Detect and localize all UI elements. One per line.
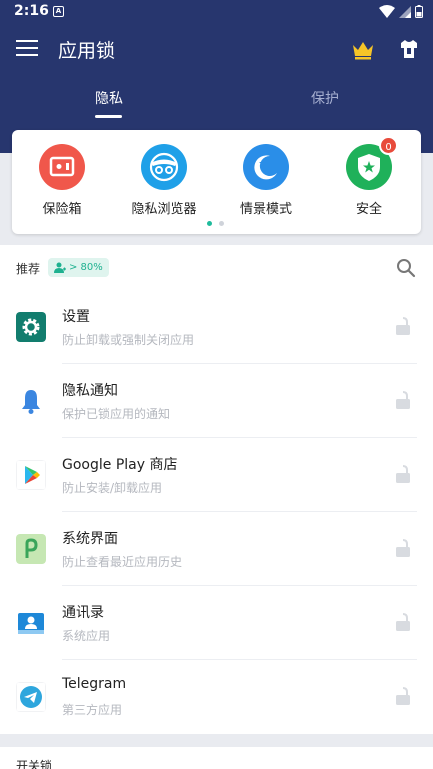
tab-indicator [95, 115, 122, 118]
pager-dots [207, 221, 224, 226]
telegram-icon [16, 682, 46, 712]
recommend-label: 推荐 [16, 262, 41, 276]
recommend-chip-text: > 80% [69, 262, 103, 273]
app-row-settings[interactable]: 设置 防止卸载或强制关闭应用 [0, 290, 433, 364]
feature-label: 保险箱 [42, 202, 82, 217]
unlock-icon[interactable] [394, 316, 412, 336]
recommend-chip: > 80% [48, 258, 109, 277]
android-p-icon [16, 534, 46, 564]
app-bar: 应用锁 [0, 24, 433, 76]
feature-label: 情景模式 [239, 202, 292, 217]
section-divider [0, 734, 433, 747]
status-time: 2:16 [14, 3, 49, 19]
feature-vault[interactable]: 保险箱 [12, 144, 112, 217]
app-lock-screen: 2:16 A 应用锁 隐私 保护 保险箱 隐私浏览器 情景模式 0 安全 推荐 … [0, 0, 433, 769]
app-desc: 防止查看最近应用历史 [62, 555, 183, 569]
unlock-icon[interactable] [394, 686, 412, 706]
pager-dot [219, 221, 224, 226]
signal-icon [399, 5, 411, 18]
app-row-contacts[interactable]: 通讯录 系统应用 [0, 586, 433, 660]
unlock-icon[interactable] [394, 390, 412, 410]
app-list: 设置 防止卸载或强制关闭应用 隐私通知 保护已锁应用的通知 Google Pla… [0, 290, 433, 734]
pager-dot-active [207, 221, 212, 226]
battery-icon [415, 5, 423, 18]
feature-label: 隐私浏览器 [131, 202, 197, 217]
app-desc: 防止安装/卸载应用 [62, 481, 163, 495]
app-row-privacy-notification[interactable]: 隐私通知 保护已锁应用的通知 [0, 364, 433, 438]
app-desc: 防止卸载或强制关闭应用 [62, 333, 195, 347]
vault-icon [39, 144, 85, 190]
moon-star-icon [243, 144, 289, 190]
tab-protect[interactable]: 保护 [311, 88, 339, 108]
feature-card: 保险箱 隐私浏览器 情景模式 0 安全 [12, 130, 421, 234]
unlock-icon[interactable] [394, 612, 412, 632]
feature-label: 安全 [355, 202, 382, 217]
app-name: Google Play 商店 [62, 457, 178, 473]
incognito-browser-icon [141, 144, 187, 190]
switch-lock-section: 开关锁 [0, 747, 433, 769]
app-name: 设置 [62, 309, 90, 325]
unlock-icon[interactable] [394, 464, 412, 484]
tab-privacy[interactable]: 隐私 [95, 88, 123, 108]
app-desc: 保护已锁应用的通知 [62, 407, 171, 421]
feature-security[interactable]: 0 安全 [319, 136, 419, 217]
status-bar: 2:16 A [0, 0, 433, 24]
app-name: Telegram [62, 676, 127, 692]
switch-lock-label: 开关锁 [16, 759, 53, 769]
crown-icon[interactable] [352, 40, 374, 60]
settings-gear-icon [16, 312, 46, 342]
recommend-row: 推荐 > 80% [0, 246, 433, 290]
app-title: 应用锁 [58, 40, 116, 62]
users-icon [54, 262, 66, 273]
hamburger-menu-icon[interactable] [16, 40, 38, 58]
search-icon[interactable] [396, 258, 416, 278]
bell-icon [22, 390, 40, 414]
app-row-telegram[interactable]: Telegram 第三方应用 [0, 660, 433, 734]
app-name: 通讯录 [62, 605, 104, 621]
unlock-icon[interactable] [394, 538, 412, 558]
app-name: 隐私通知 [62, 383, 118, 399]
notification-icon: A [53, 6, 64, 17]
shield-star-icon: 0 [346, 136, 398, 190]
wifi-icon [379, 5, 395, 18]
tab-bar: 隐私 保护 [0, 80, 433, 124]
feature-private-browser[interactable]: 隐私浏览器 [114, 144, 214, 217]
contacts-icon [18, 613, 44, 634]
status-icons [379, 5, 423, 18]
theme-shirt-icon[interactable] [398, 38, 420, 60]
google-play-icon [16, 460, 46, 490]
app-name: 系统界面 [62, 531, 118, 547]
app-row-system-ui[interactable]: 系统界面 防止查看最近应用历史 [0, 512, 433, 586]
feature-scene-mode[interactable]: 情景模式 [216, 144, 316, 217]
security-badge: 0 [379, 136, 398, 155]
app-desc: 第三方应用 [62, 703, 123, 717]
app-row-google-play[interactable]: Google Play 商店 防止安装/卸载应用 [0, 438, 433, 512]
app-desc: 系统应用 [62, 629, 111, 643]
